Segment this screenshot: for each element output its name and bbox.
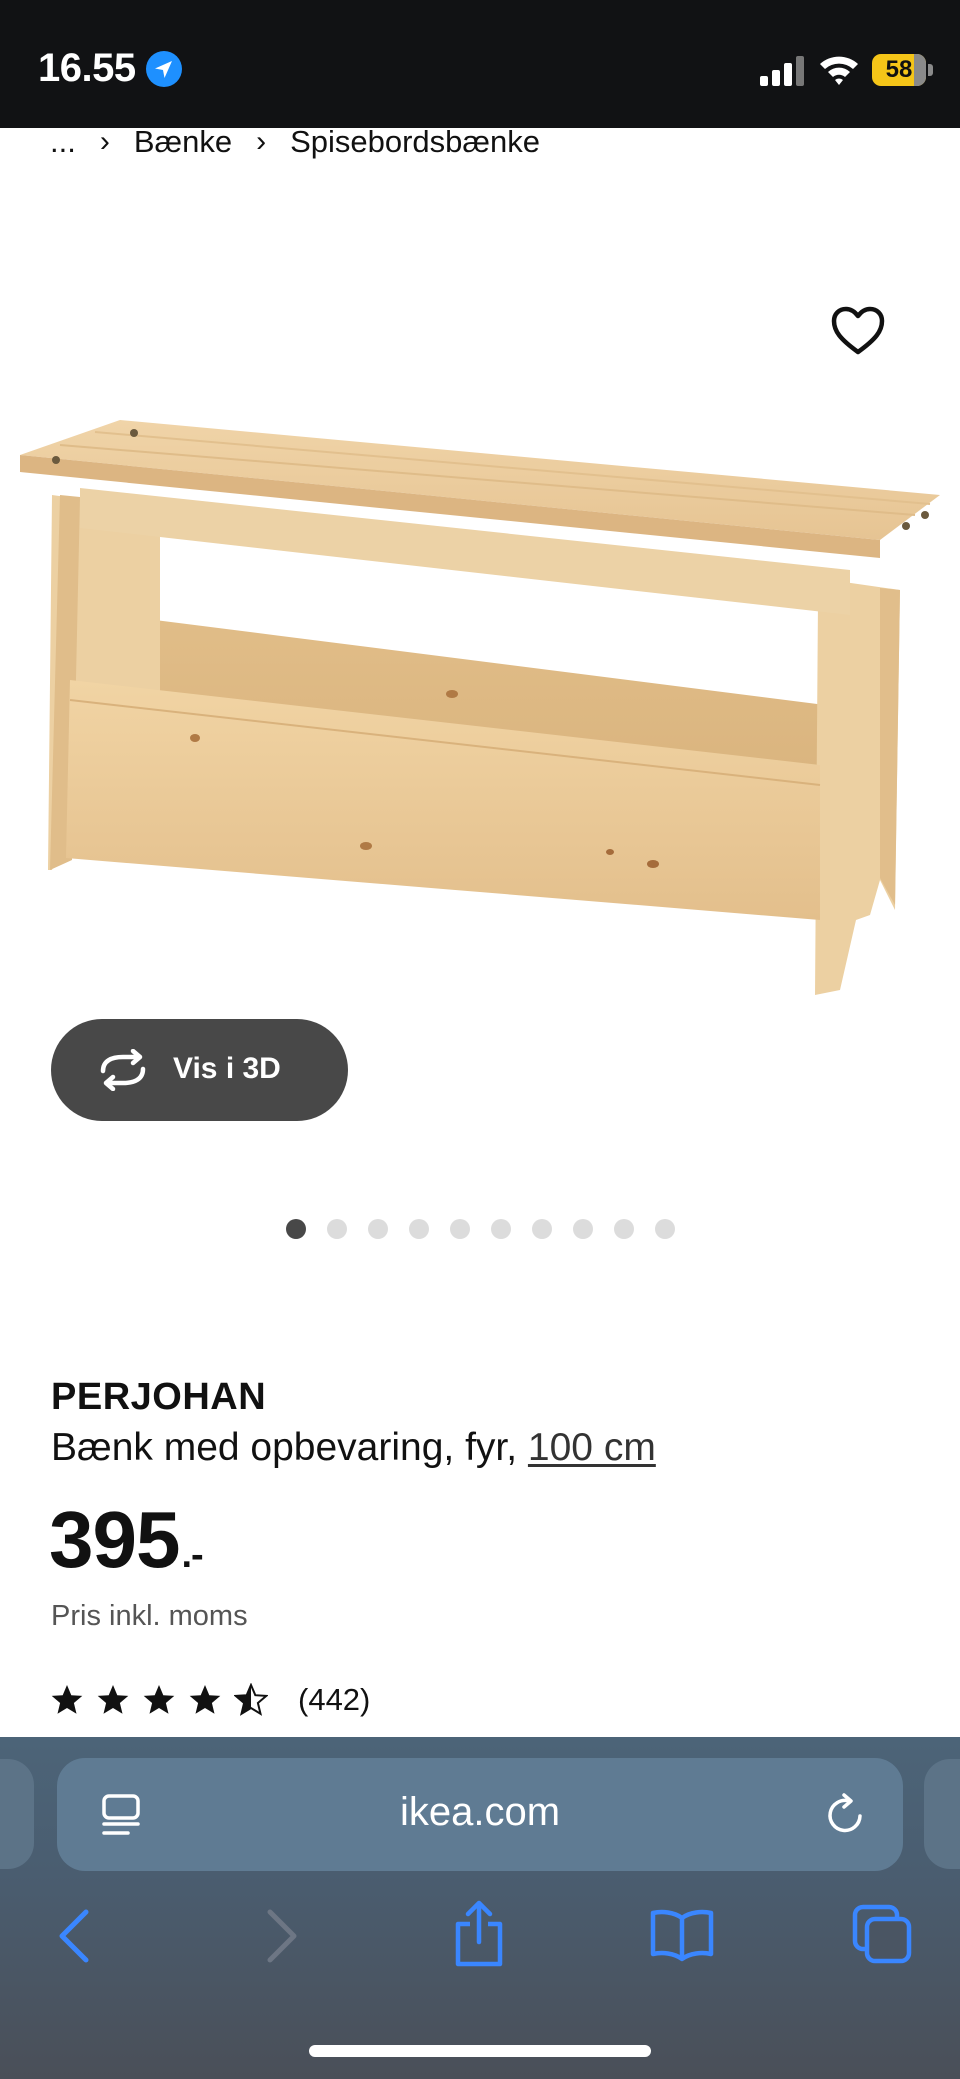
breadcrumb-dining-benches[interactable]: Spisebordsbænke <box>290 124 540 160</box>
product-description-text: Bænk med opbevaring, fyr, <box>51 1426 528 1469</box>
product-image[interactable] <box>0 400 960 1020</box>
star-full-icon <box>51 1685 83 1714</box>
battery-indicator: 58 <box>872 54 926 86</box>
rotate-3d-icon <box>100 1049 146 1091</box>
forward-icon[interactable] <box>264 1908 300 1964</box>
reload-icon[interactable] <box>824 1792 868 1838</box>
product-description: Bænk med opbevaring, fyr, 100 cm <box>51 1426 656 1470</box>
status-time: 16.55 <box>38 46 136 90</box>
back-icon[interactable] <box>56 1908 92 1964</box>
carousel-dot[interactable] <box>286 1219 306 1239</box>
breadcrumb: ... › Bænke › Spisebordsbænke <box>50 124 540 160</box>
signal-icon <box>760 56 804 86</box>
carousel-dot[interactable] <box>532 1219 552 1239</box>
view-3d-label: Vis i 3D <box>173 1052 281 1085</box>
rating[interactable]: (442) <box>50 1682 370 1718</box>
size-link[interactable]: 100 cm <box>528 1426 656 1469</box>
carousel-dot[interactable] <box>327 1219 347 1239</box>
battery-tip <box>928 64 933 76</box>
carousel-dots <box>286 1219 675 1239</box>
star-full-icon <box>97 1685 129 1714</box>
share-icon[interactable] <box>452 1900 506 1968</box>
carousel-dot[interactable] <box>614 1219 634 1239</box>
star-full-icon <box>143 1685 175 1714</box>
breadcrumb-benches[interactable]: Bænke <box>134 124 232 160</box>
location-arrow-icon <box>146 51 182 87</box>
wifi-icon <box>820 56 858 85</box>
bookmarks-icon[interactable] <box>650 1908 714 1962</box>
chevron-right-icon: › <box>256 125 267 158</box>
star-full-icon <box>189 1685 221 1714</box>
price-note: Pris inkl. moms <box>51 1600 248 1632</box>
price-value: 395 <box>49 1495 180 1584</box>
breadcrumb-ellipsis[interactable]: ... <box>50 124 76 160</box>
price-suffix: .- <box>181 1534 203 1576</box>
url-text[interactable]: ikea.com <box>0 1790 960 1835</box>
heart-icon[interactable] <box>830 305 886 357</box>
chevron-right-icon: › <box>99 125 110 158</box>
status-bar: 16.55 58 <box>0 0 960 128</box>
carousel-dot[interactable] <box>573 1219 593 1239</box>
carousel-dot[interactable] <box>368 1219 388 1239</box>
product-price: 395.- <box>49 1494 204 1586</box>
home-indicator <box>309 2045 651 2057</box>
carousel-dot[interactable] <box>655 1219 675 1239</box>
carousel-dot[interactable] <box>491 1219 511 1239</box>
tabs-icon[interactable] <box>852 1904 912 1964</box>
product-name: PERJOHAN <box>51 1376 267 1418</box>
rating-count[interactable]: (442) <box>298 1682 370 1718</box>
carousel-dot[interactable] <box>450 1219 470 1239</box>
star-half-icon <box>234 1683 268 1716</box>
battery-level: 58 <box>885 56 913 83</box>
view-3d-button[interactable]: Vis i 3D <box>51 1019 348 1121</box>
carousel-dot[interactable] <box>409 1219 429 1239</box>
